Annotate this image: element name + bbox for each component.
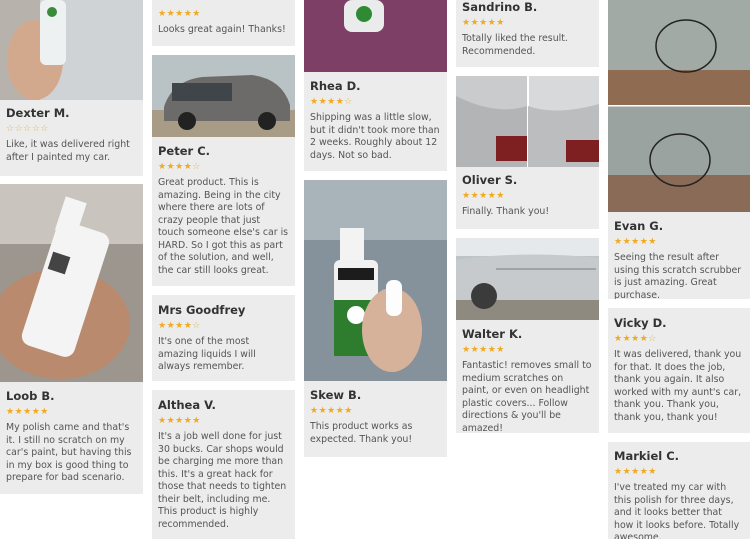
review-text: My polish came and that's it. I still no…	[6, 422, 132, 483]
reviewer-name: Sandrino B.	[462, 0, 538, 14]
star-rating: ★★★★★	[462, 191, 505, 201]
review-photo	[608, 0, 750, 212]
star-rating: ☆☆☆☆☆	[6, 124, 49, 134]
review-card: Markiel C. ★★★★★ I've treated my car wit…	[608, 442, 750, 539]
review-photo	[456, 76, 599, 167]
star-rating: ★★★★★	[614, 467, 657, 477]
reviewer-name: Rhea D.	[310, 79, 361, 93]
review-text: Like, it was delivered right after I pai…	[6, 139, 130, 163]
review-text: It's one of the most amazing liquids I w…	[158, 336, 256, 372]
review-card: Althea V. ★★★★★ It's a job well done for…	[152, 390, 295, 539]
reviewer-name: Evan G.	[614, 219, 664, 233]
review-card: Walter K. ★★★★★ Fantastic! removes small…	[456, 238, 599, 433]
star-rating: ★★★★☆	[614, 334, 657, 344]
review-text: Seeing the result after using this scrat…	[614, 252, 742, 299]
review-photo	[456, 238, 599, 320]
review-text: Finally. Thank you!	[462, 206, 550, 217]
star-rating: ★★★★☆	[158, 162, 201, 172]
review-text: It's a job well done for just 30 bucks. …	[158, 431, 287, 530]
review-text: Great product. This is amazing. Being in…	[158, 177, 289, 276]
reviewer-name: Loob B.	[6, 389, 55, 403]
review-card: Rhea D. ★★★★☆ Shipping was a little slow…	[304, 0, 447, 171]
review-text: This product works as expected. Thank yo…	[310, 421, 413, 445]
review-text: Totally liked the result. Recommended.	[462, 33, 568, 57]
review-text: Looks great again! Thanks!	[158, 24, 286, 35]
reviewer-name: Skew B.	[310, 388, 362, 402]
star-rating: ★★★★★	[6, 407, 49, 417]
review-photo	[304, 180, 447, 381]
reviewer-name: Oliver S.	[462, 173, 518, 187]
review-card: Oliver S. ★★★★★ Finally. Thank you!	[456, 76, 599, 229]
review-text: I've treated my car with this polish for…	[614, 482, 740, 539]
star-rating: ★★★★★	[158, 9, 201, 19]
reviewer-name: Walter K.	[462, 327, 523, 341]
star-rating: ★★★★★	[158, 416, 201, 426]
reviewer-name: Vicky D.	[614, 316, 667, 330]
review-text: Shipping was a little slow, but it didn'…	[310, 112, 440, 161]
reviewer-name: Markiel C.	[614, 449, 680, 463]
review-text: It was delivered, thank you for that. It…	[614, 349, 742, 423]
review-card: ★★★★★ Looks great again! Thanks!	[152, 0, 295, 46]
star-rating: ★★★★★	[462, 18, 505, 28]
reviewer-name: Althea V.	[158, 398, 216, 412]
review-photo	[152, 55, 295, 137]
review-card: Vicky D. ★★★★☆ It was delivered, thank y…	[608, 308, 750, 433]
review-photo	[0, 184, 143, 382]
review-card: Peter C. ★★★★☆ Great product. This is am…	[152, 55, 295, 286]
review-card: Loob B. ★★★★★ My polish came and that's …	[0, 184, 143, 494]
reviewer-name: Mrs Goodfrey	[158, 303, 246, 317]
star-rating: ★★★★★	[462, 345, 505, 355]
star-rating: ★★★★★	[614, 237, 657, 247]
review-card: Skew B. ★★★★★ This product works as expe…	[304, 180, 447, 457]
star-rating: ★★★★☆	[158, 321, 201, 331]
review-text: Fantastic! removes small to medium scrat…	[462, 360, 592, 433]
review-photo	[304, 0, 447, 72]
star-rating: ★★★★★	[310, 406, 353, 416]
review-card: Dexter M. ☆☆☆☆☆ Like, it was delivered r…	[0, 0, 143, 176]
review-card: Sandrino B. ★★★★★ Totally liked the resu…	[456, 0, 599, 67]
star-rating: ★★★★☆	[310, 97, 353, 107]
review-card: Mrs Goodfrey ★★★★☆ It's one of the most …	[152, 295, 295, 381]
reviewer-name: Peter C.	[158, 144, 211, 158]
review-card: Evan G. ★★★★★ Seeing the result after us…	[608, 0, 750, 299]
review-photo	[0, 0, 143, 100]
reviewer-name: Dexter M.	[6, 106, 70, 120]
